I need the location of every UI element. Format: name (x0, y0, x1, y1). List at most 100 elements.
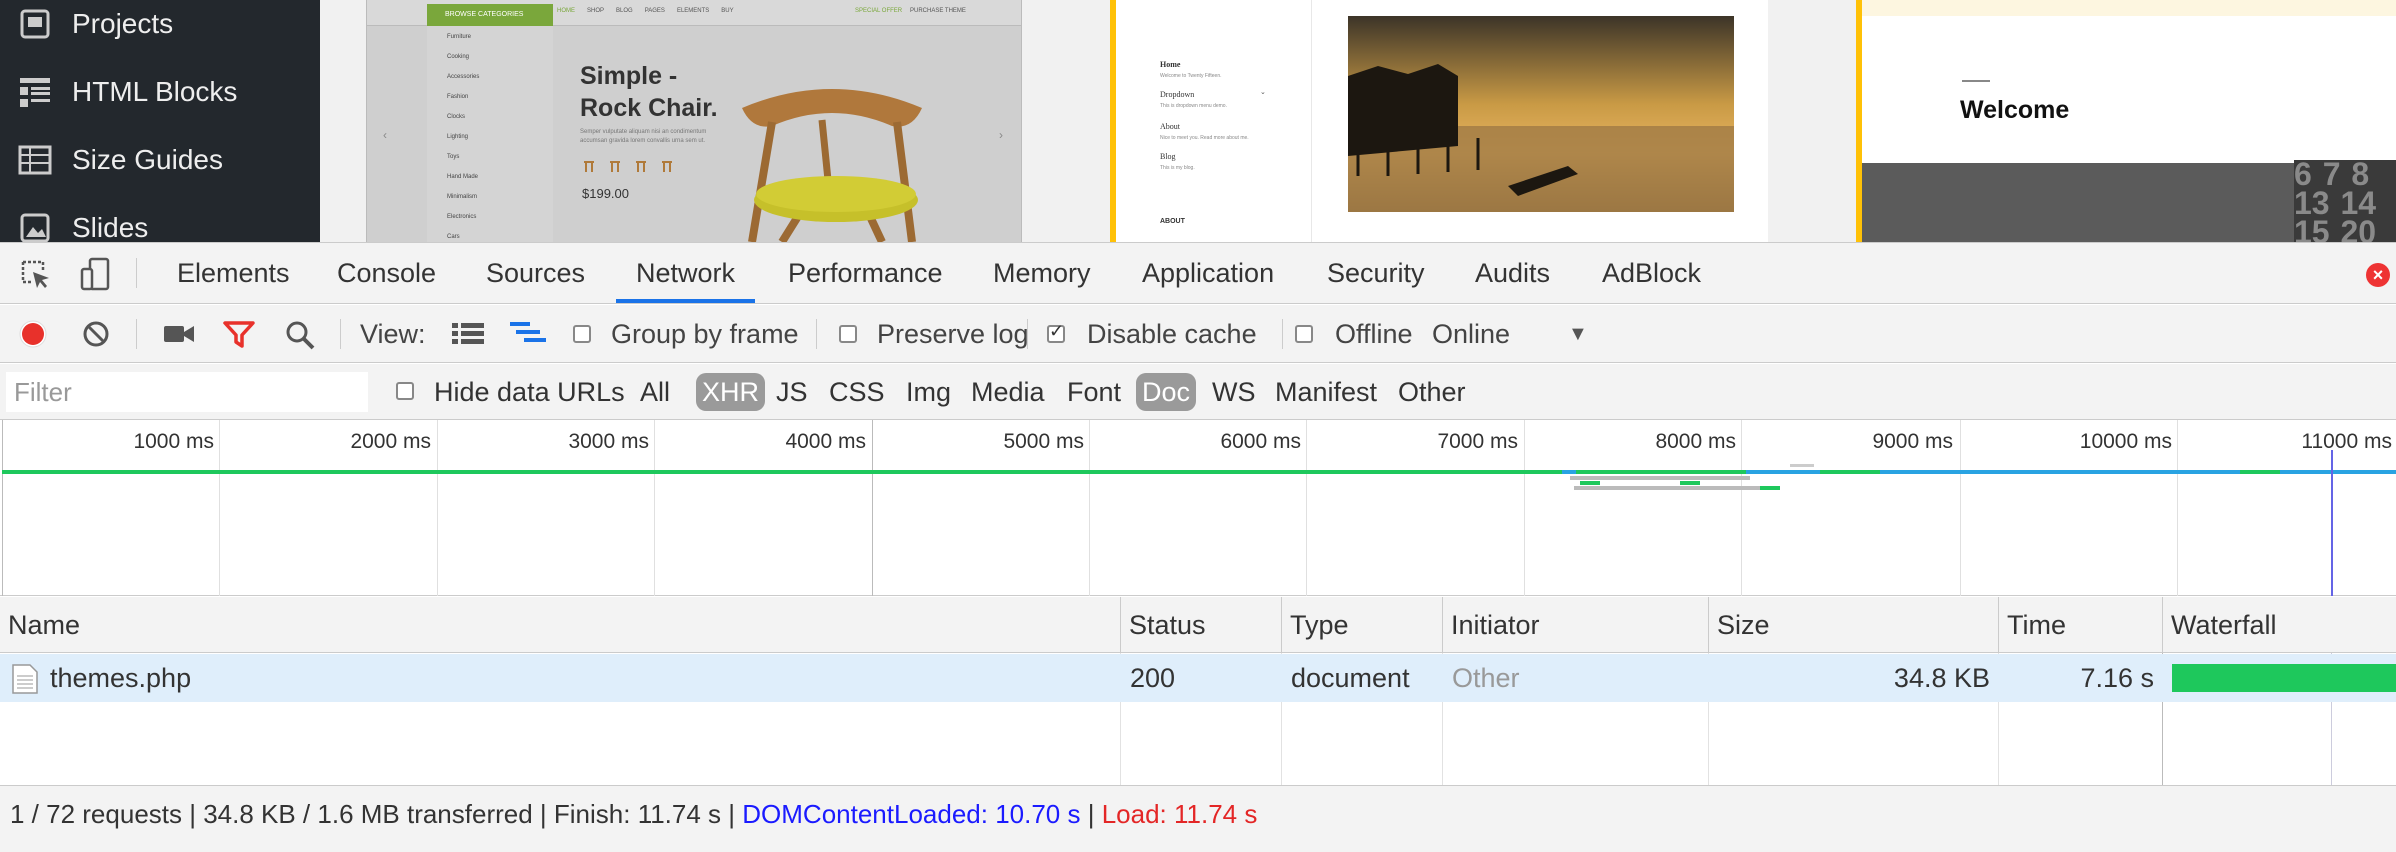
screenshot-camera-icon[interactable] (163, 323, 195, 345)
device-toolbar-icon[interactable] (80, 257, 112, 291)
sidebar-item-projects[interactable]: Projects (0, 0, 320, 54)
search-icon[interactable] (285, 320, 315, 350)
column-status[interactable]: Status (1120, 597, 1281, 653)
nav-link: BUY (721, 8, 734, 14)
filter-type-media[interactable]: Media (971, 364, 1045, 420)
filter-type-xhr[interactable]: XHR (696, 373, 766, 411)
record-icon[interactable] (18, 319, 48, 349)
divider (136, 319, 137, 349)
sidebar-item-size-guides[interactable]: Size Guides (0, 130, 320, 190)
filter-type-js[interactable]: JS (776, 364, 808, 420)
tab-memory[interactable]: Memory (993, 243, 1091, 303)
blog-menu-home: Home (1160, 60, 1181, 69)
hide-data-urls-label: Hide data URLs (434, 377, 625, 407)
tab-performance[interactable]: Performance (788, 243, 943, 303)
column-name[interactable]: Name (0, 597, 1120, 653)
sidebar-item-slides[interactable]: Slides (0, 198, 320, 242)
theme-preview-shop[interactable]: BROWSE CATEGORIES HOME SHOP BLOG PAGES E… (366, 0, 1022, 242)
timeline-bar (1760, 486, 1780, 490)
column-initiator[interactable]: Initiator (1442, 597, 1708, 653)
request-name[interactable]: themes.php (42, 654, 199, 702)
hero-title-line: Simple - (580, 62, 678, 90)
tab-network[interactable]: Network (616, 243, 756, 303)
hero-title-line: Rock Chair. (580, 94, 718, 122)
dom-content-loaded: DOMContentLoaded: 10.70 s (742, 799, 1081, 829)
overview-waterfall-icon[interactable] (510, 322, 546, 346)
blog-menu-about: About (1160, 122, 1180, 131)
large-rows-icon[interactable] (452, 323, 484, 345)
filter-type-font[interactable]: Font (1067, 364, 1121, 420)
group-by-frame-checkbox[interactable] (573, 325, 591, 343)
tick-line (2, 420, 3, 596)
filter-input[interactable] (6, 372, 368, 412)
tab-audits[interactable]: Audits (1475, 243, 1550, 303)
devtools-panel: Elements Console Sources Network Perform… (0, 242, 2396, 852)
request-initiator: Other (1452, 663, 1520, 693)
timeline-bar (1790, 464, 1814, 467)
tick-line (872, 420, 873, 596)
divider (1027, 319, 1028, 349)
category-list: Furniture Cooking Accessories Fashion Cl… (427, 26, 553, 242)
throttling-select[interactable]: Online (1432, 305, 1510, 363)
tab-security[interactable]: Security (1327, 243, 1425, 303)
table-row[interactable]: themes.php 200 document Other 34.8 KB 7.… (0, 654, 2396, 702)
offline-label: Offline (1335, 319, 1413, 349)
tab-elements[interactable]: Elements (177, 243, 290, 303)
filter-bar: Hide data URLs All XHR JS CSS Img Media … (0, 364, 2396, 420)
filter-type-doc[interactable]: Doc (1136, 373, 1197, 411)
slider-prev-icon[interactable]: ‹ (383, 128, 387, 142)
filter-icon[interactable] (223, 320, 255, 348)
waterfall-bar (2172, 664, 2396, 692)
column-size[interactable]: Size (1708, 597, 1998, 653)
timeline-bar (1574, 486, 1780, 490)
blog-about-heading: ABOUT (1160, 218, 1185, 225)
slider-next-icon[interactable]: › (999, 128, 1003, 142)
tick-label: 5000 ms (1003, 430, 1084, 453)
wp-admin-sidebar: Projects HTML Blocks Size Guides Slides (0, 0, 320, 242)
sidebar-item-label: Slides (72, 212, 149, 242)
tick-label: 2000 ms (350, 430, 431, 453)
column-time[interactable]: Time (1998, 597, 2162, 653)
category-item: Hand Made (447, 174, 479, 180)
category-item: Accessories (447, 74, 480, 80)
tab-adblock[interactable]: AdBlock (1602, 243, 1701, 303)
filter-type-other[interactable]: Other (1398, 364, 1466, 420)
chevron-down-icon[interactable]: ▼ (1568, 305, 1588, 363)
tick-label: 10000 ms (2079, 430, 2172, 453)
column-waterfall[interactable]: Waterfall (2162, 597, 2396, 653)
filter-type-img[interactable]: Img (906, 364, 951, 420)
preview-nav: HOME SHOP BLOG PAGES ELEMENTS BUY (557, 8, 734, 14)
divider (1282, 319, 1283, 349)
sidebar-item-html-blocks[interactable]: HTML Blocks (0, 62, 320, 122)
filter-type-all[interactable]: All (640, 364, 670, 420)
calendar-numbers: 6 7 8 13 14 15 20 21 22 (2294, 160, 2396, 242)
theme-preview-welcome[interactable]: Welcome 6 7 8 13 14 15 20 21 22 (1856, 0, 2396, 242)
preserve-log-label: Preserve log (877, 319, 1029, 349)
sidebar-item-label: Projects (72, 8, 174, 39)
network-status-bar: 1 / 72 requests | 34.8 KB / 1.6 MB trans… (0, 785, 2396, 852)
filter-type-ws[interactable]: WS (1212, 364, 1256, 420)
request-time: 7.16 s (2080, 663, 2154, 693)
offline-checkbox[interactable] (1295, 325, 1313, 343)
chair-thumbnails (584, 161, 672, 172)
preserve-log-checkbox[interactable] (839, 325, 857, 343)
html-blocks-icon (20, 78, 50, 107)
divider (340, 319, 341, 349)
theme-preview-blog[interactable]: Home Welcome to Twenty Fifteen. Dropdown… (1110, 0, 1768, 242)
tick-label: 4000 ms (785, 430, 866, 453)
hide-data-urls-checkbox[interactable] (396, 382, 414, 400)
tab-sources[interactable]: Sources (486, 243, 585, 303)
clear-icon[interactable] (82, 320, 110, 348)
filter-type-manifest[interactable]: Manifest (1275, 364, 1377, 420)
disable-cache-checkbox[interactable] (1047, 321, 1065, 343)
blog-sidebar (1116, 0, 1312, 242)
tab-application[interactable]: Application (1142, 243, 1274, 303)
close-devtools-icon[interactable]: × (2366, 263, 2390, 287)
timeline-overview[interactable]: 1000 ms 2000 ms 3000 ms 4000 ms 5000 ms … (0, 420, 2396, 596)
filter-type-css[interactable]: CSS (829, 364, 885, 420)
nav-link: BLOG (616, 8, 633, 14)
tab-console[interactable]: Console (337, 243, 436, 303)
column-type[interactable]: Type (1281, 597, 1442, 653)
inspect-element-icon[interactable] (20, 259, 52, 291)
timeline-bar (1820, 470, 1880, 474)
